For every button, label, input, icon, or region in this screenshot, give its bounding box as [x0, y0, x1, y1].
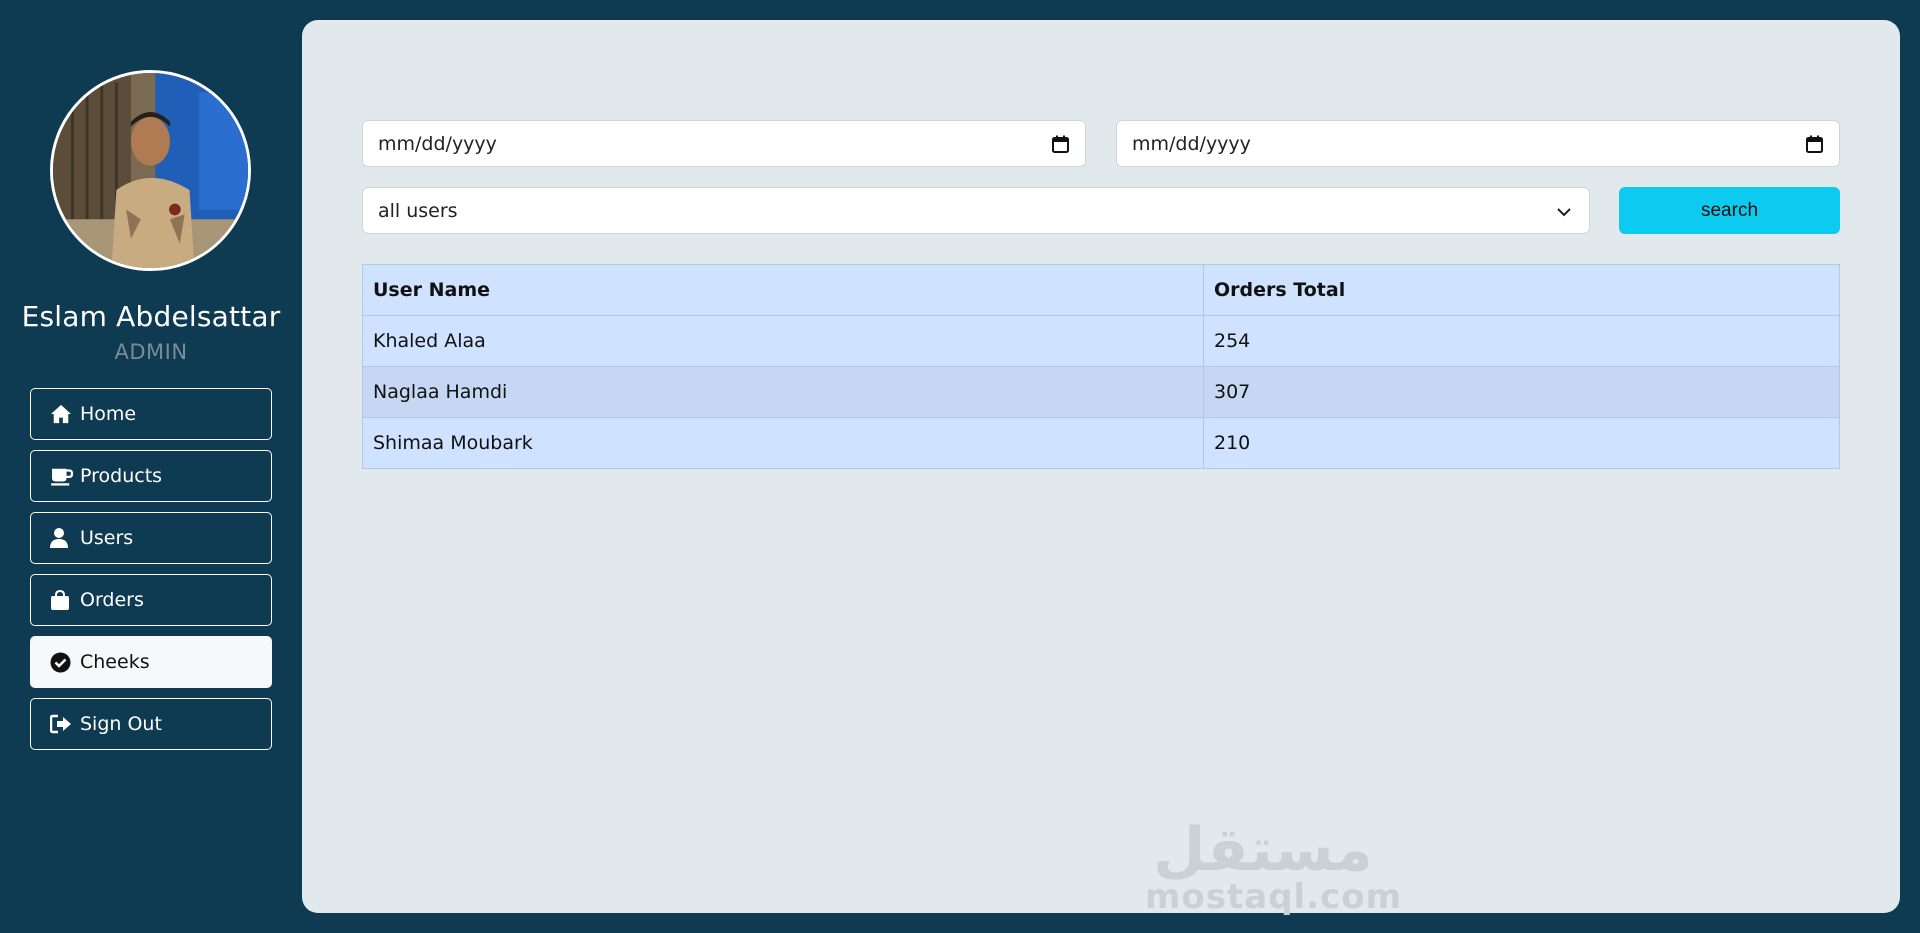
sidebar-item-products[interactable]: Products: [30, 450, 272, 502]
avatar: [50, 70, 251, 271]
user-select[interactable]: all users: [362, 187, 1590, 234]
search-button[interactable]: search: [1619, 187, 1840, 234]
sidebar: Eslam Abdelsattar ADMIN Home Products Us…: [0, 0, 302, 933]
home-icon: [50, 403, 74, 425]
check-circle-icon: [50, 651, 74, 673]
sidebar-item-home[interactable]: Home: [30, 388, 272, 440]
cell-user-name: Khaled Alaa: [362, 315, 1204, 367]
watermark-latin: mostaql.com: [1145, 877, 1403, 917]
table-row[interactable]: Shimaa Moubark 210: [362, 417, 1840, 469]
sidebar-item-label: Home: [80, 403, 137, 425]
table-row[interactable]: Naglaa Hamdi 307: [362, 366, 1840, 418]
sidebar-item-label: Users: [80, 527, 134, 549]
main-panel: mm/dd/yyyy mm/dd/yyyy all users search U…: [302, 20, 1900, 917]
column-header-user-name: User Name: [362, 264, 1204, 316]
date-to-input[interactable]: mm/dd/yyyy: [1116, 120, 1840, 167]
date-from-input[interactable]: mm/dd/yyyy: [362, 120, 1086, 167]
profile-role: ADMIN: [114, 340, 188, 364]
sidebar-item-label: Products: [80, 465, 163, 487]
sidebar-item-cheeks[interactable]: Cheeks: [30, 636, 272, 688]
table-header-row: User Name Orders Total: [362, 264, 1840, 316]
shopping-bag-icon: [50, 589, 74, 611]
cell-user-name: Naglaa Hamdi: [362, 366, 1204, 418]
sidebar-item-label: Orders: [80, 589, 144, 611]
sidebar-item-label: Sign Out: [80, 713, 162, 735]
sidebar-item-sign-out[interactable]: Sign Out: [30, 698, 272, 750]
sign-out-icon: [50, 713, 74, 735]
sidebar-item-users[interactable]: Users: [30, 512, 272, 564]
date-to-placeholder: mm/dd/yyyy: [1132, 132, 1251, 155]
table-row[interactable]: Khaled Alaa 254: [362, 315, 1840, 367]
profile-photo: [53, 73, 248, 268]
date-from-placeholder: mm/dd/yyyy: [378, 132, 497, 155]
column-header-orders-total: Orders Total: [1203, 264, 1840, 316]
sidebar-nav: Home Products Users Orders Cheeks Sign O…: [30, 388, 272, 760]
cell-user-name: Shimaa Moubark: [362, 417, 1204, 469]
user-select-value: all users: [378, 199, 458, 222]
cell-orders-total: 254: [1203, 315, 1840, 367]
sidebar-item-label: Cheeks: [80, 651, 150, 673]
watermark: مستقل mostaql.com: [1145, 815, 1403, 917]
calendar-icon[interactable]: [1052, 135, 1069, 153]
orders-table: User Name Orders Total Khaled Alaa 254 N…: [362, 264, 1840, 469]
user-icon: [50, 527, 74, 549]
cell-orders-total: 307: [1203, 366, 1840, 418]
sidebar-item-orders[interactable]: Orders: [30, 574, 272, 626]
profile-name: Eslam Abdelsattar: [21, 300, 281, 333]
chevron-down-icon: [1557, 200, 1571, 222]
coffee-cup-icon: [50, 465, 74, 487]
watermark-arabic: مستقل: [1153, 815, 1373, 885]
calendar-icon[interactable]: [1806, 135, 1823, 153]
cell-orders-total: 210: [1203, 417, 1840, 469]
